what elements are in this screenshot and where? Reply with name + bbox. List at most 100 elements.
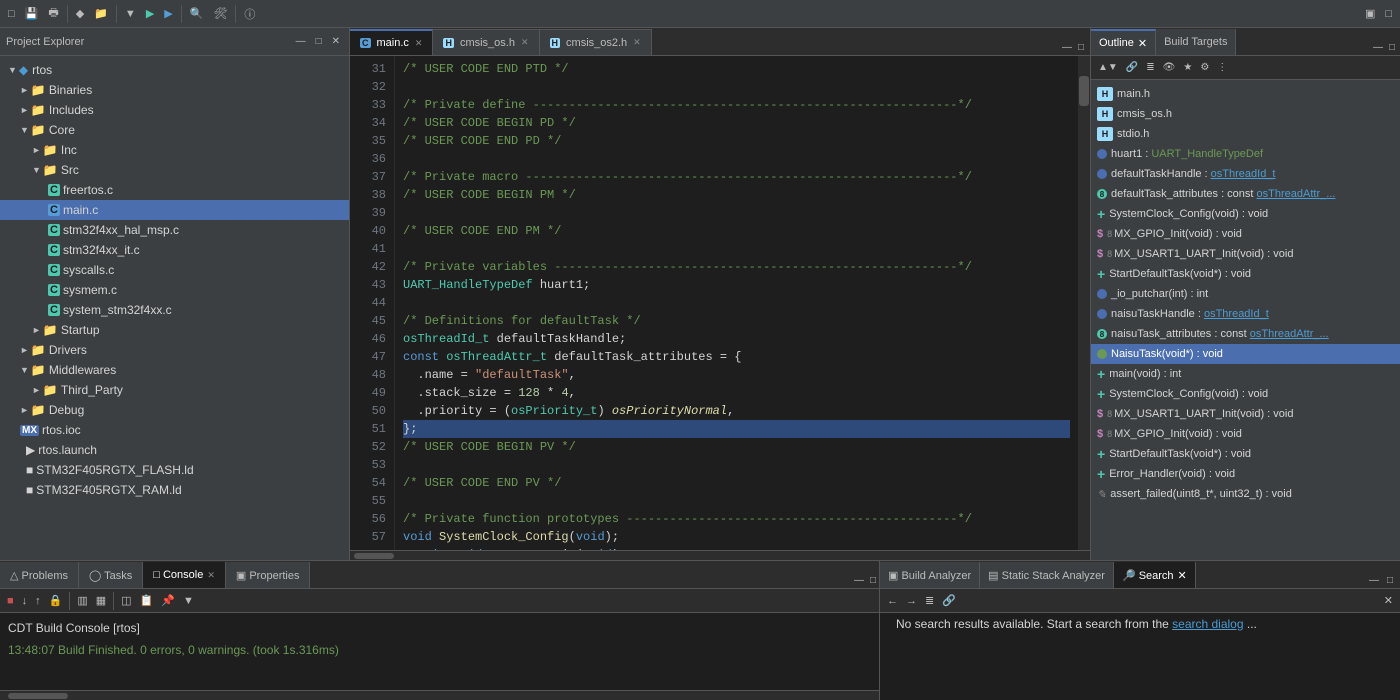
- toolbar-open[interactable]: 📁: [90, 5, 112, 22]
- console-up-btn[interactable]: ↑: [32, 594, 44, 608]
- search-prev-btn[interactable]: ←: [884, 594, 901, 608]
- outline-default-task-handle[interactable]: defaultTaskHandle : osThreadId_t: [1091, 164, 1400, 184]
- tree-item-core[interactable]: ▼ 📁 Core: [0, 120, 349, 140]
- toolbar-print[interactable]: 🖶: [44, 2, 62, 25]
- outline-minimize-btn[interactable]: —: [1370, 40, 1386, 55]
- bottom-left-hscroll[interactable]: [0, 690, 879, 700]
- outline-star-btn[interactable]: ★: [1180, 61, 1195, 74]
- bottom-left-maximize[interactable]: □: [867, 573, 879, 588]
- console-grid-btn[interactable]: ▥: [74, 593, 90, 608]
- outline-main-h[interactable]: H main.h: [1091, 84, 1400, 104]
- toolbar-save[interactable]: 💾: [21, 5, 43, 22]
- tab-cmsis-os2-h[interactable]: H cmsis_os2.h ✕: [540, 29, 652, 55]
- console-copy-btn[interactable]: 📋: [137, 593, 157, 608]
- console-table-btn[interactable]: ▦: [93, 593, 109, 608]
- search-cancel-btn[interactable]: ✕: [1381, 593, 1396, 608]
- outline-collapse-btn[interactable]: ≣: [1143, 61, 1157, 74]
- tree-item-syscalls[interactable]: C syscalls.c: [0, 260, 349, 280]
- toolbar-maximize[interactable]: □: [1381, 6, 1396, 22]
- outline-naisu-task-handle[interactable]: naisuTaskHandle : osThreadId_t: [1091, 304, 1400, 324]
- outline-link-btn[interactable]: 🔗: [1123, 61, 1141, 74]
- console-pin-btn[interactable]: 📌: [158, 593, 178, 608]
- toolbar-search[interactable]: 🔍: [186, 5, 208, 22]
- tree-item-rtos[interactable]: ▼ ◆ rtos: [0, 60, 349, 80]
- console-display-btn[interactable]: ◫: [118, 593, 134, 608]
- tree-item-it[interactable]: C stm32f4xx_it.c: [0, 240, 349, 260]
- outline-mx-usart1-2[interactable]: $ 8 MX_USART1_UART_Init(void) : void: [1091, 404, 1400, 424]
- pe-minimize-btn[interactable]: —: [293, 34, 309, 49]
- search-collapse-btn[interactable]: ≣: [922, 593, 937, 608]
- toolbar-debug[interactable]: ▶: [160, 5, 176, 22]
- tree-item-third-party[interactable]: ► 📁 Third_Party: [0, 380, 349, 400]
- tree-item-ram-ld[interactable]: ■ STM32F405RGTX_RAM.ld: [0, 480, 349, 500]
- outline-assert-failed[interactable]: ✎ assert_failed(uint8_t*, uint32_t) : vo…: [1091, 484, 1400, 504]
- outline-huart1[interactable]: huart1 : UART_HandleTypeDef: [1091, 144, 1400, 164]
- bottom-tab-tasks[interactable]: ◯ Tasks: [79, 562, 143, 588]
- bottom-tab-search[interactable]: 🔎 Search ✕: [1114, 562, 1196, 588]
- bottom-tab-console-close[interactable]: ✕: [207, 570, 215, 581]
- tree-item-debug[interactable]: ► 📁 Debug: [0, 400, 349, 420]
- console-stop-btn[interactable]: ■: [4, 594, 17, 608]
- pe-close-btn[interactable]: ✕: [329, 34, 343, 49]
- tree-item-rtos-launch[interactable]: ▶ rtos.launch: [0, 440, 349, 460]
- console-dropdown-btn[interactable]: ▼: [180, 594, 197, 608]
- tree-item-rtos-ioc[interactable]: MX rtos.ioc: [0, 420, 349, 440]
- editor-maximize-btn[interactable]: □: [1076, 40, 1086, 55]
- tree-item-flash-ld[interactable]: ■ STM32F405RGTX_FLASH.ld: [0, 460, 349, 480]
- outline-stdio-h[interactable]: H stdio.h: [1091, 124, 1400, 144]
- bottom-tab-problems[interactable]: △ Problems: [0, 562, 79, 588]
- outline-mx-usart1[interactable]: $ 8 MX_USART1_UART_Init(void) : void: [1091, 244, 1400, 264]
- bottom-tab-search-close[interactable]: ✕: [1178, 569, 1187, 582]
- outline-io-putchar[interactable]: _io_putchar(int) : int: [1091, 284, 1400, 304]
- editor-scrollbar-h[interactable]: [350, 550, 1090, 560]
- outline-mx-gpio[interactable]: $ 8 MX_GPIO_Init(void) : void: [1091, 224, 1400, 244]
- toolbar-run[interactable]: ▶: [142, 5, 158, 22]
- tree-item-system[interactable]: C system_stm32f4xx.c: [0, 300, 349, 320]
- outline-maximize-btn[interactable]: □: [1386, 40, 1398, 55]
- outline-sort-btn[interactable]: ▲▼: [1095, 61, 1121, 74]
- outline-start-default-task-2[interactable]: + StartDefaultTask(void*) : void: [1091, 444, 1400, 464]
- outline-naisu-task[interactable]: NaisuTask(void*) : void: [1091, 344, 1400, 364]
- outline-cmsis-os-h[interactable]: H cmsis_os.h: [1091, 104, 1400, 124]
- outline-error-handler[interactable]: + Error_Handler(void) : void: [1091, 464, 1400, 484]
- console-down-btn[interactable]: ↓: [19, 594, 31, 608]
- outline-mx-gpio-2[interactable]: $ 8 MX_GPIO_Init(void) : void: [1091, 424, 1400, 444]
- tab-outline-close[interactable]: ✕: [1138, 37, 1147, 50]
- search-next-btn[interactable]: →: [903, 594, 920, 608]
- tree-item-includes[interactable]: ► 📁 Includes: [0, 100, 349, 120]
- outline-main[interactable]: + main(void) : int: [1091, 364, 1400, 384]
- bottom-tab-static-stack[interactable]: ▤ Static Stack Analyzer: [980, 562, 1114, 588]
- bottom-right-minimize[interactable]: —: [1366, 573, 1382, 588]
- tree-item-middlewares[interactable]: ▼ 📁 Middlewares: [0, 360, 349, 380]
- editor-scrollbar-v[interactable]: [1078, 56, 1090, 550]
- toolbar-perspective[interactable]: ▣: [1361, 5, 1379, 22]
- tab-cmsis-os2-close[interactable]: ✕: [633, 37, 641, 48]
- bottom-right-maximize[interactable]: □: [1384, 573, 1396, 588]
- bottom-tab-build-analyzer[interactable]: ▣ Build Analyzer: [880, 562, 980, 588]
- tree-item-freertos[interactable]: C freertos.c: [0, 180, 349, 200]
- tree-item-drivers[interactable]: ► 📁 Drivers: [0, 340, 349, 360]
- tree-item-main-c[interactable]: C main.c: [0, 200, 349, 220]
- outline-sysclock-2[interactable]: + SystemClock_Config(void) : void: [1091, 384, 1400, 404]
- console-lock-btn[interactable]: 🔒: [46, 593, 66, 608]
- search-expand-btn[interactable]: 🔗: [939, 593, 959, 608]
- outline-dots-btn[interactable]: ⋮: [1214, 61, 1230, 74]
- tab-main-c[interactable]: C main.c ✕: [350, 29, 433, 55]
- tree-item-sysmem[interactable]: C sysmem.c: [0, 280, 349, 300]
- bottom-tab-properties[interactable]: ▣ Properties: [226, 562, 311, 588]
- tree-item-inc[interactable]: ► 📁 Inc: [0, 140, 349, 160]
- code-content[interactable]: /* USER CODE END PTD *//* Private define…: [395, 56, 1078, 550]
- outline-default-task-attr[interactable]: 8 defaultTask_attributes : const osThrea…: [1091, 184, 1400, 204]
- tab-outline[interactable]: Outline ✕: [1091, 29, 1156, 55]
- outline-sysclock[interactable]: + SystemClock_Config(void) : void: [1091, 204, 1400, 224]
- outline-hide-btn[interactable]: 👁: [1160, 61, 1179, 74]
- outline-gear-btn[interactable]: ⚙: [1197, 61, 1212, 74]
- search-dialog-link[interactable]: search dialog: [1172, 617, 1243, 631]
- outline-start-default-task[interactable]: + StartDefaultTask(void*) : void: [1091, 264, 1400, 284]
- toolbar-ref[interactable]: 🛠: [209, 5, 231, 22]
- bottom-left-minimize[interactable]: —: [851, 573, 867, 588]
- bottom-tab-console[interactable]: □ Console ✕: [143, 562, 226, 588]
- tab-cmsis-os-close[interactable]: ✕: [521, 37, 529, 48]
- tree-item-startup[interactable]: ► 📁 Startup: [0, 320, 349, 340]
- tab-main-c-close[interactable]: ✕: [415, 38, 423, 49]
